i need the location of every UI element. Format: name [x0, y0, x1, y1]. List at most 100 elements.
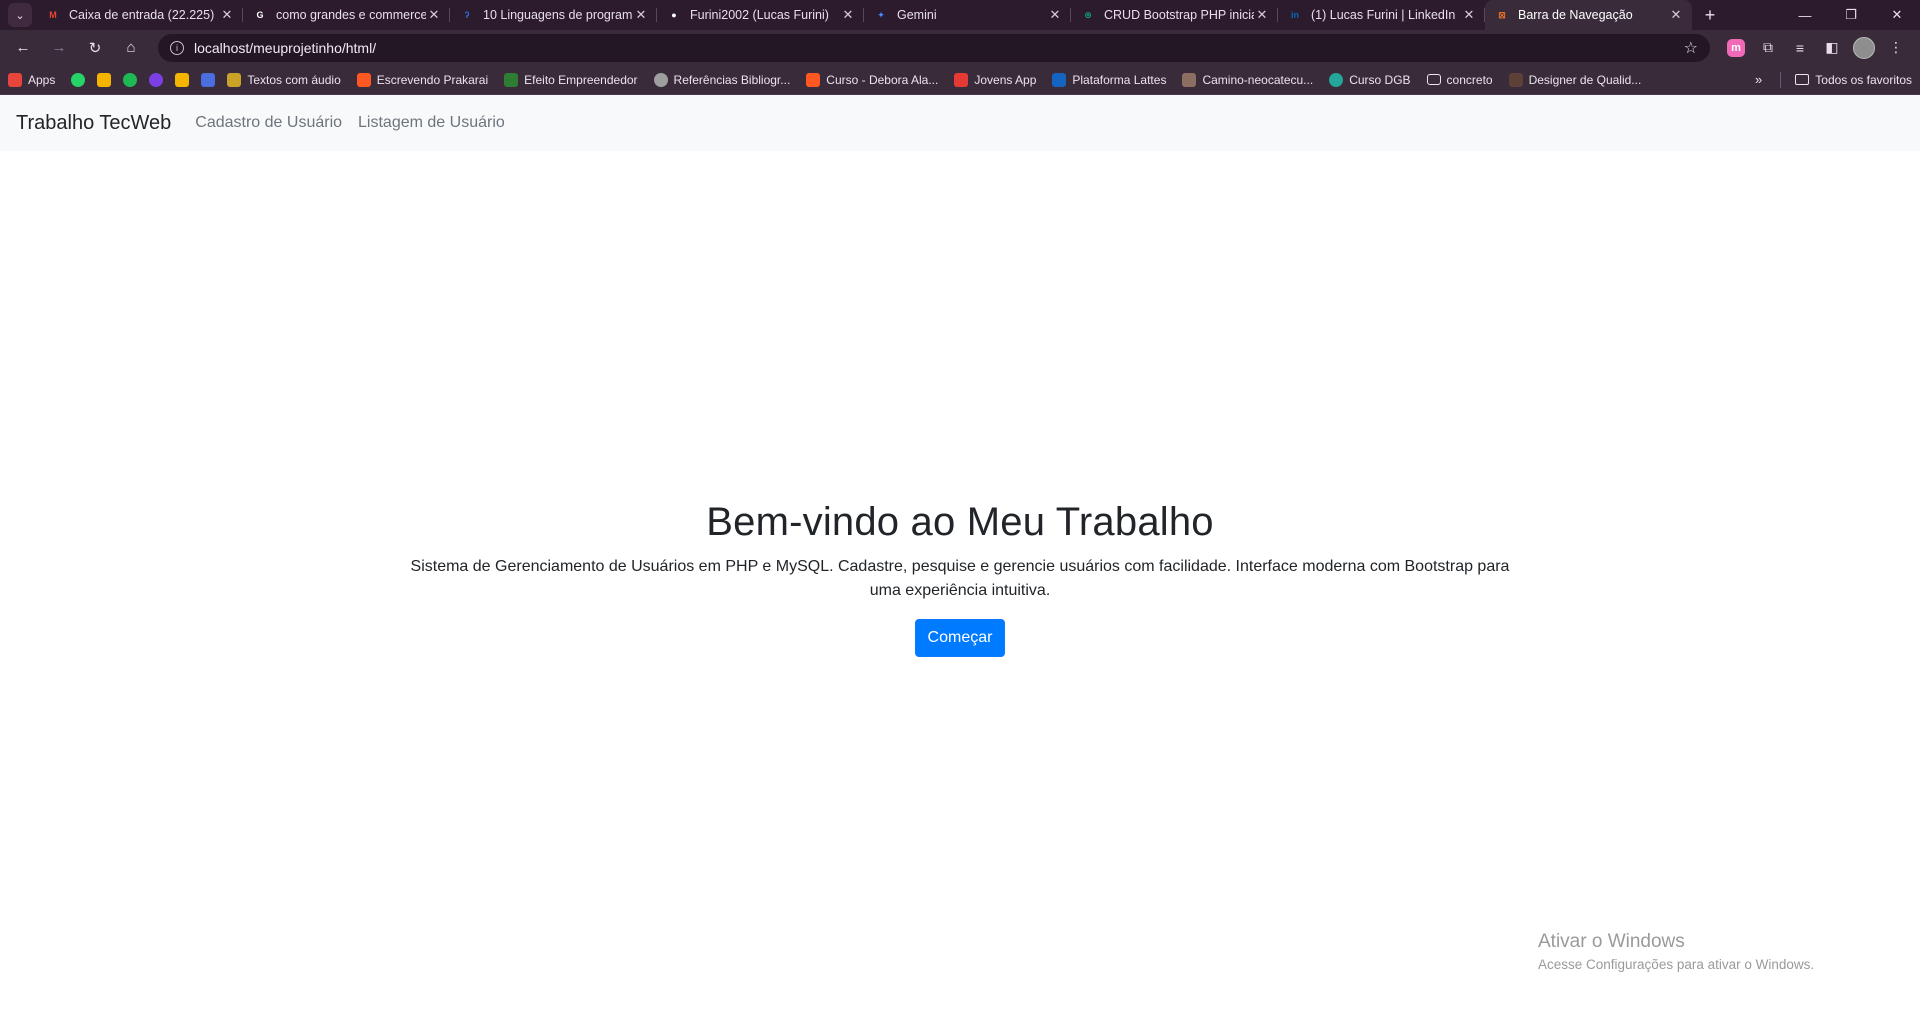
tab-close-icon[interactable]: ✕ [1254, 7, 1270, 23]
playlist-icon: ≡ [1795, 39, 1805, 56]
flame-icon [806, 72, 821, 87]
bookmark-item[interactable] [149, 72, 164, 87]
watermark-subtitle: Acesse Configurações para ativar o Windo… [1538, 957, 1815, 972]
minimize-button[interactable]: — [1782, 0, 1828, 30]
menu-button[interactable]: ⋮ [1880, 34, 1912, 62]
more-vert-icon: ⋮ [1889, 39, 1903, 55]
browser-tab[interactable]: ʔ 10 Linguagens de programação✕ [450, 0, 657, 30]
folder-icon [1795, 74, 1810, 85]
bookmark-item[interactable]: Referências Bibliogr... [653, 72, 791, 87]
browser-tab[interactable]: Gcomo grandes e commerces ✕ [243, 0, 450, 30]
restore-icon: ❐ [1845, 7, 1857, 22]
forward-button[interactable]: → [44, 33, 74, 63]
tab-close-icon[interactable]: ✕ [1668, 7, 1684, 23]
tab-close-icon[interactable]: ✕ [840, 7, 856, 23]
bookmark-item[interactable]: Curso DGB [1329, 72, 1411, 87]
start-button[interactable]: Começar [914, 619, 1006, 657]
nav-link-listagem[interactable]: Listagem de Usuário [358, 114, 505, 132]
chart-icon [504, 72, 519, 87]
globe-icon [653, 72, 668, 87]
bookmark-label: Referências Bibliogr... [673, 72, 791, 87]
tab-list: M Caixa de entrada (22.225) ✕ Gcomo grandes… [36, 0, 1692, 30]
tab-close-icon[interactable]: ✕ [219, 7, 235, 23]
tab-close-icon[interactable]: ✕ [426, 7, 442, 23]
side-panel-button[interactable]: ◧ [1816, 34, 1848, 62]
minimize-icon: — [1798, 7, 1812, 23]
browser-tab[interactable]: ⊠ Barra de Navegação ✕ [1485, 0, 1692, 30]
extension-button[interactable]: m [1720, 34, 1752, 62]
tab-title: Gemini [897, 8, 937, 22]
audio-icon [227, 72, 242, 87]
github-icon: ● [671, 10, 677, 20]
bookmark-item[interactable] [123, 72, 138, 87]
profile-button[interactable] [1848, 34, 1880, 62]
gemini-icon: ✦ [877, 9, 885, 20]
tab-title: Furini2002 (Lucas Furini) [690, 8, 829, 22]
tab-close-icon[interactable]: ✕ [1461, 7, 1477, 23]
chevron-down-icon: ⌄ [15, 9, 25, 22]
arrow-left-icon: ← [15, 39, 31, 56]
bookmark-item[interactable]: Escrevendo Prakarai [356, 72, 488, 87]
restore-button[interactable]: ❐ [1828, 0, 1874, 30]
side-panel-icon: ◧ [1825, 39, 1839, 55]
media-controls-button[interactable]: ≡ [1784, 34, 1816, 62]
close-window-button[interactable]: ✕ [1874, 0, 1920, 30]
address-bar[interactable]: i localhost/meuprojetinho/html/ ☆ [158, 33, 1710, 62]
bookmark-item[interactable]: Efeito Empreendedor [504, 72, 638, 87]
bookmark-item[interactable]: Plataforma Lattes [1052, 72, 1166, 87]
browser-tab[interactable]: in (1) Lucas Furini | LinkedIn ✕ [1278, 0, 1485, 30]
new-tab-button[interactable]: + [1696, 5, 1724, 26]
tab-title: Caixa de entrada (22.225) [69, 8, 215, 22]
xampp-icon: ⊠ [1498, 9, 1506, 20]
bookmark-item[interactable] [71, 72, 86, 87]
bookmark-label: Curso DGB [1349, 72, 1411, 87]
url-text[interactable]: localhost/meuprojetinho/html/ [194, 40, 1684, 56]
bookmark-item[interactable]: concreto [1426, 73, 1493, 87]
browser-tab[interactable]: ● Furini2002 (Lucas Furini) ✕ [657, 0, 864, 30]
browser-tab[interactable]: ✦ Gemini ✕ [864, 0, 1071, 30]
tab-close-icon[interactable]: ✕ [1047, 7, 1063, 23]
tab-title: (1) Lucas Furini | LinkedIn [1311, 8, 1456, 22]
tab-title: 10 Linguagens de programação [483, 8, 633, 22]
reload-button[interactable]: ↻ [80, 33, 110, 63]
all-bookmarks-button[interactable]: Todos os favoritos [1815, 73, 1912, 87]
extensions-button[interactable]: ⧉ [1752, 34, 1784, 62]
purple-app-icon [149, 72, 164, 87]
apps-icon [8, 72, 22, 87]
more-bookmarks-button[interactable]: » [1755, 72, 1762, 87]
classroom-icon [97, 72, 112, 87]
bookmark-list: Apps Textos com áudio Escrevendo Prakarai E… [8, 72, 1657, 87]
navbar-brand[interactable]: Trabalho TecWeb [16, 112, 171, 135]
home-button[interactable]: ⌂ [116, 33, 146, 63]
flame-icon [356, 72, 371, 87]
tab-title: como grandes e commerces [276, 8, 426, 22]
bookmarks-bar: Apps Textos com áudio Escrevendo Prakarai E… [0, 65, 1920, 95]
nav-link-cadastro[interactable]: Cadastro de Usuário [195, 114, 342, 132]
bolt-icon [954, 72, 969, 87]
bookmark-item[interactable] [201, 72, 216, 87]
browser-tab[interactable]: M Caixa de entrada (22.225) ✕ [36, 0, 243, 30]
site-info-icon[interactable]: i [170, 40, 184, 55]
tab-close-icon[interactable]: ✕ [633, 7, 649, 23]
site-navbar: Trabalho TecWeb Cadastro de Usuário List… [0, 95, 1920, 151]
designer-icon [1508, 72, 1523, 87]
windows-activation-watermark: Ativar o Windows Acesse Configurações pa… [1538, 931, 1814, 972]
divider [1780, 71, 1782, 88]
bookmark-item[interactable]: Designer de Qualid... [1508, 72, 1641, 87]
bookmark-label: Camino-neocatecu... [1202, 72, 1314, 87]
bookmark-item[interactable]: Textos com áudio [227, 72, 341, 87]
bookmark-item[interactable]: Jovens App [954, 72, 1036, 87]
bookmark-item[interactable]: Camino-neocatecu... [1182, 72, 1314, 87]
camino-icon [1182, 72, 1197, 87]
bookmark-star-icon[interactable]: ☆ [1684, 38, 1698, 58]
bookmark-item[interactable] [175, 72, 190, 87]
bookmark-item[interactable]: Curso - Debora Ala... [806, 72, 938, 87]
hero-title: Bem-vindo ao Meu Trabalho [706, 500, 1214, 544]
puzzle-icon: ⧉ [1763, 39, 1773, 55]
bookmark-item[interactable] [97, 72, 112, 87]
tab-search-button[interactable]: ⌄ [8, 3, 32, 27]
bookmark-item[interactable]: Apps [8, 72, 55, 87]
window-controls: — ❐ ✕ [1782, 0, 1920, 30]
back-button[interactable]: ← [8, 33, 38, 63]
browser-tab[interactable]: ⊛ CRUD Bootstrap PHP inicial ✕ [1071, 0, 1278, 30]
